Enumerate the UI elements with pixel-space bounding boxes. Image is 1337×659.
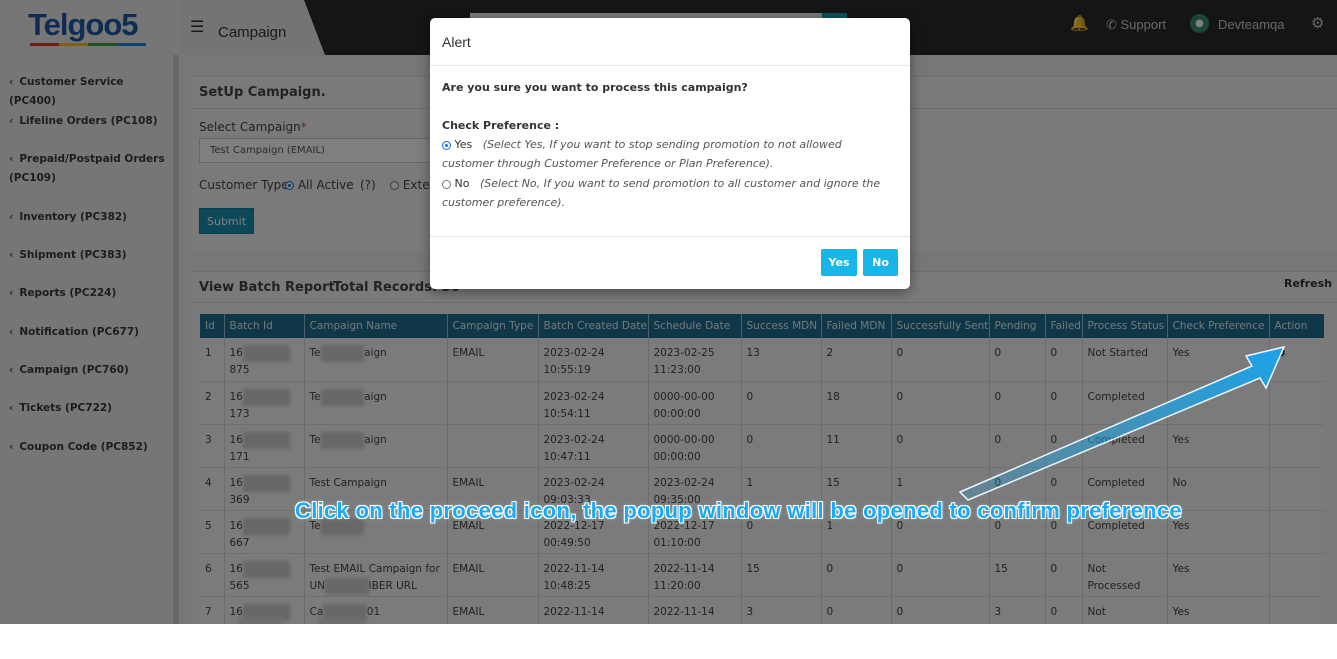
annotation-callout: Click on the proceed icon, the popup win…	[295, 498, 1182, 523]
app-window: Telgoo5 ☰ Campaign 🔔 ✆ Support ● Devteam…	[0, 0, 1337, 624]
annotation-arrow-icon	[958, 345, 1286, 501]
